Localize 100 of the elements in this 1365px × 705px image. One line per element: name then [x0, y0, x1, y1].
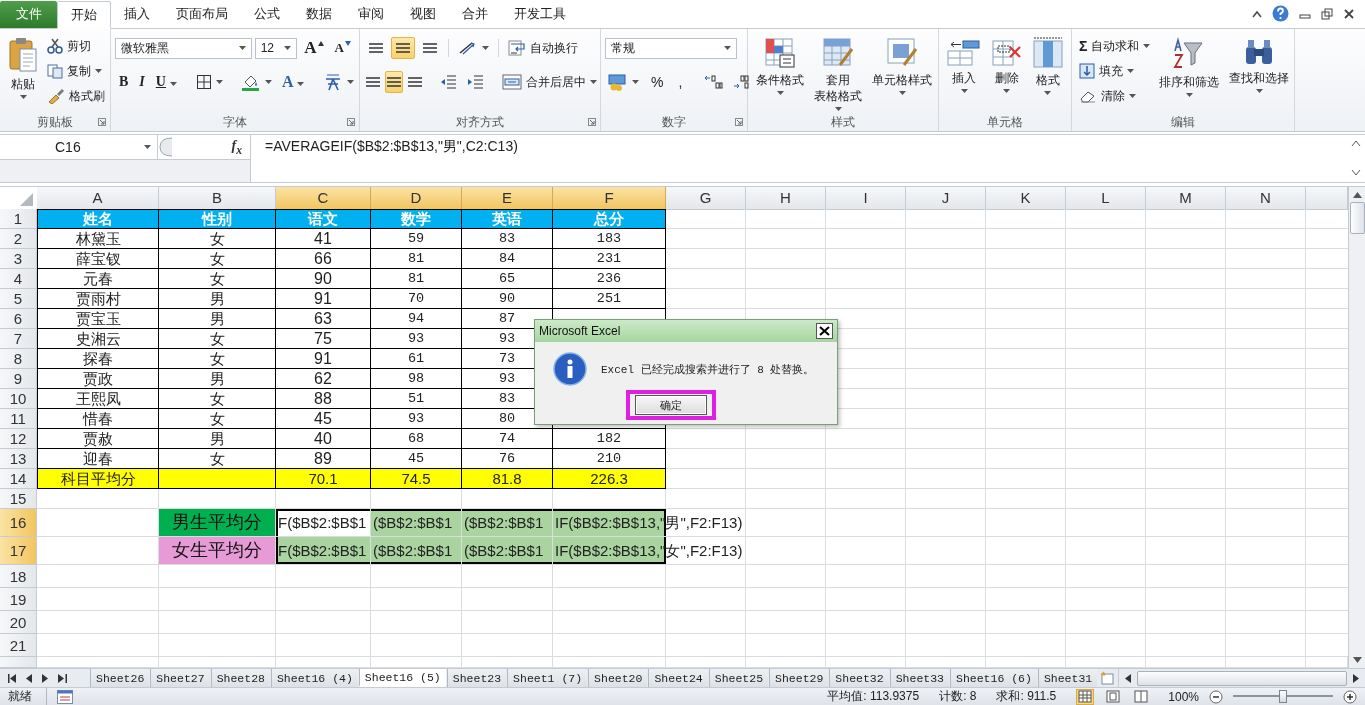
sheet-tab[interactable]: Sheet27 [150, 669, 210, 687]
ribbon-tab[interactable]: 开发工具 [501, 1, 579, 28]
column-header[interactable]: M [1146, 187, 1226, 210]
sheet-tab[interactable]: Sheet26 [90, 669, 150, 687]
table-cell[interactable]: 女 [159, 349, 276, 369]
sheet-tab[interactable]: Sheet32 [829, 669, 889, 687]
column-header[interactable]: I [826, 187, 906, 210]
format-as-table-button[interactable]: 套用 表格格式 [810, 35, 866, 114]
table-cell[interactable]: 男 [159, 369, 276, 389]
previous-sheet-icon[interactable] [26, 673, 33, 683]
column-header[interactable]: K [986, 187, 1066, 210]
table-cell[interactable]: 83 [462, 229, 553, 249]
table-cell[interactable]: 183 [553, 229, 666, 249]
fill-button[interactable]: 填充 [1076, 60, 1154, 82]
merge-center-button[interactable]: 合并后居中 [499, 71, 600, 93]
row-header[interactable]: 14 [0, 469, 37, 489]
sheet-tab[interactable]: Sheet16 (6) [950, 669, 1037, 687]
page-break-view-button[interactable] [1132, 688, 1151, 705]
underline-button[interactable]: U [151, 71, 181, 93]
number-format-field[interactable]: 常规 [605, 37, 737, 59]
column-header[interactable]: C [276, 187, 371, 210]
table-cell[interactable]: 182 [553, 429, 666, 449]
scroll-down-icon[interactable] [1352, 657, 1362, 663]
table-cell[interactable]: 40 [276, 429, 371, 449]
row-header[interactable]: 13 [0, 449, 37, 469]
sheet-tab[interactable]: Sheet23 [446, 669, 507, 687]
next-sheet-icon[interactable] [42, 673, 49, 683]
table-cell[interactable]: 女 [159, 389, 276, 409]
table-cell[interactable]: 61 [371, 349, 462, 369]
row-header[interactable]: 11 [0, 409, 37, 429]
sort-filter-button[interactable]: 排序和筛选 [1155, 35, 1224, 114]
font-size-field[interactable]: 12 [254, 37, 298, 59]
table-cell[interactable]: 66 [276, 249, 371, 269]
table-cell[interactable]: ($B$2:$B$1 [462, 509, 553, 537]
wrap-text-button[interactable]: 自动换行 [505, 37, 581, 59]
clear-button[interactable]: 清除 [1076, 85, 1154, 107]
table-cell[interactable]: 70.1 [276, 469, 371, 489]
column-header[interactable]: G [666, 187, 746, 210]
insert-button[interactable]: 插入 [943, 35, 986, 114]
italic-button[interactable]: I [135, 71, 149, 93]
row-header[interactable]: 15 [0, 489, 37, 509]
table-cell[interactable]: 元春 [37, 269, 159, 289]
table-cell[interactable]: 91 [276, 349, 371, 369]
percent-button[interactable]: % [645, 71, 670, 93]
table-cell[interactable]: 贾政 [37, 369, 159, 389]
column-header[interactable]: F [553, 187, 666, 210]
autosum-button[interactable]: Σ 自动求和 [1076, 35, 1154, 57]
slider-thumb[interactable] [1279, 690, 1287, 703]
scrollbar-thumb[interactable] [1137, 670, 1347, 686]
dialog-launcher-icon[interactable] [735, 118, 743, 126]
table-cell[interactable]: 91 [276, 289, 371, 309]
splitter-handle-icon[interactable] [158, 137, 174, 157]
table-cell[interactable]: 45 [276, 409, 371, 429]
formula-scroll-icon[interactable] [1349, 138, 1363, 178]
ribbon-tab[interactable]: 合并 [449, 1, 501, 28]
vertical-scrollbar[interactable] [1348, 187, 1365, 668]
font-color-button[interactable]: A [277, 71, 309, 93]
table-cell[interactable]: 女 [159, 249, 276, 269]
ribbon-tab[interactable]: 数据 [293, 1, 345, 28]
zoom-in-icon[interactable] [1343, 689, 1357, 704]
restore-icon[interactable] [1321, 7, 1333, 20]
ok-button[interactable]: 确定 [635, 395, 707, 415]
table-cell[interactable]: ($B$2:$B$1 [371, 537, 462, 565]
sheet-tab[interactable]: Sheet1 (7) [507, 669, 588, 687]
sheet-tab[interactable]: Sheet16 (5) [358, 669, 446, 687]
grow-font-button[interactable]: A [300, 37, 328, 59]
paste-button[interactable]: 粘贴 [4, 35, 42, 114]
page-layout-view-button[interactable] [1104, 688, 1123, 705]
last-sheet-icon[interactable] [58, 673, 67, 683]
label-cell[interactable]: 男生平均分 [159, 509, 276, 537]
zoom-level[interactable]: 100% [1168, 689, 1199, 704]
column-header[interactable]: B [159, 187, 276, 210]
row-header[interactable]: 4 [0, 269, 37, 289]
dialog-launcher-icon[interactable] [347, 118, 355, 126]
table-cell[interactable]: 女 [159, 329, 276, 349]
column-header[interactable]: H [746, 187, 826, 210]
font-name-field[interactable]: 微软雅黑 [115, 37, 252, 59]
table-cell[interactable]: 90 [462, 289, 553, 309]
table-cell[interactable]: 史湘云 [37, 329, 159, 349]
table-cell[interactable]: 林黛玉 [37, 229, 159, 249]
ribbon-tab[interactable]: 开始 [57, 1, 111, 29]
row-header[interactable] [0, 657, 37, 668]
cut-button[interactable]: 剪切 [44, 35, 108, 57]
column-header[interactable]: J [906, 187, 986, 210]
row-header[interactable]: 18 [0, 565, 37, 588]
table-cell[interactable]: 81 [371, 249, 462, 269]
label-cell[interactable]: 女生平均分 [159, 537, 276, 565]
formula-field[interactable]: =AVERAGEIF($B$2:$B$13,"男",C2:C13) [251, 135, 1347, 182]
table-cell[interactable]: 74.5 [371, 469, 462, 489]
table-cell[interactable]: 薛宝钗 [37, 249, 159, 269]
dialog-launcher-icon[interactable] [98, 118, 106, 126]
table-cell[interactable]: 贾宝玉 [37, 309, 159, 329]
table-cell[interactable]: 251 [553, 289, 666, 309]
column-header[interactable]: A [37, 187, 159, 210]
collapse-ribbon-icon[interactable] [1252, 9, 1262, 18]
table-cell[interactable]: 59 [371, 229, 462, 249]
column-header[interactable]: D [371, 187, 462, 210]
ribbon-tab[interactable]: 视图 [397, 1, 449, 28]
table-cell[interactable]: 88 [276, 389, 371, 409]
file-tab[interactable]: 文件 [0, 1, 57, 28]
